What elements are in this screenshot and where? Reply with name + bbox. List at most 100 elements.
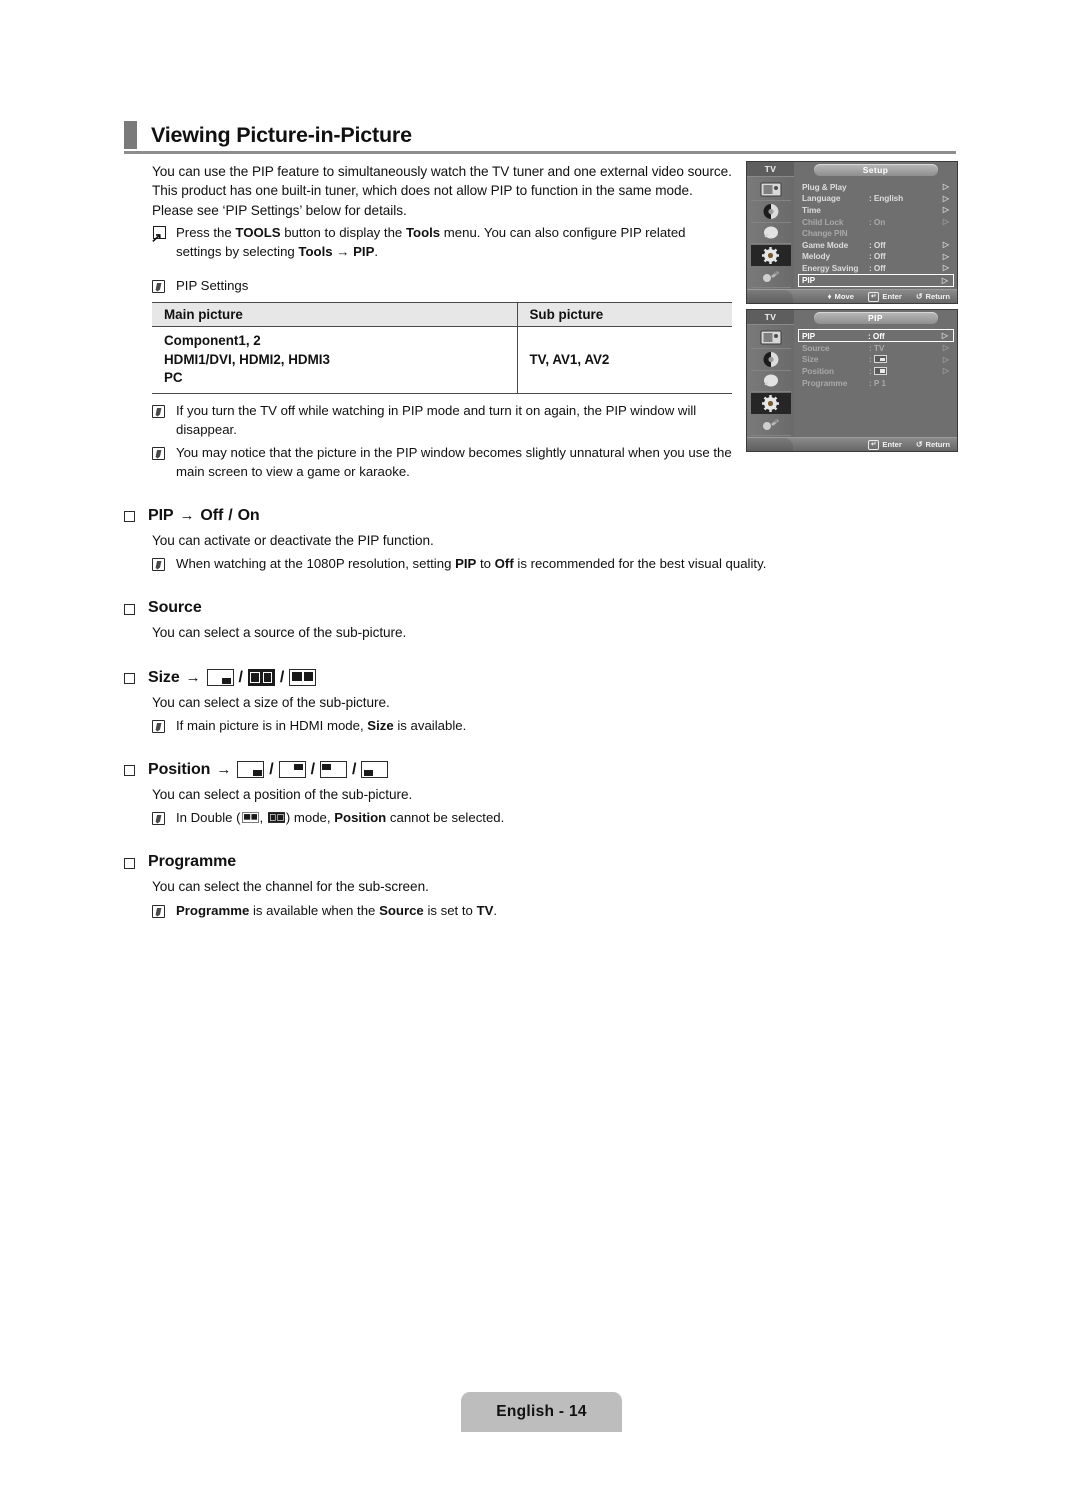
pip-settings-table: Main picture Sub picture Component1, 2 H… xyxy=(152,302,732,394)
osd-row-size[interactable]: Size : ▷ xyxy=(800,354,953,366)
osd-sound-contrast-icon[interactable] xyxy=(750,350,791,371)
osd-pip-list: PIP : Off ▷ Source : TV ▷ Size : ▷ Posit… xyxy=(794,325,957,437)
osd-pip-footer: ↵ Enter ↺ Return xyxy=(747,437,957,451)
table-header-row: Main picture Sub picture xyxy=(152,302,732,328)
section-source-title: Source xyxy=(148,599,202,617)
osd-row-language[interactable]: Language : English ▷ xyxy=(800,193,953,205)
section-size: Size → / / You can select a size of the … xyxy=(124,669,732,735)
section-pip-title: PIP → Off / On xyxy=(148,506,260,525)
size-double-outline-icon xyxy=(289,669,317,687)
pip-note-row: If you turn the TV off while watching in… xyxy=(152,401,732,439)
osd-row-label: Change PIN xyxy=(802,228,848,239)
section-source-body: You can select a source of the sub-pictu… xyxy=(152,623,732,642)
osd-row-child-lock[interactable]: Child Lock : On ▷ xyxy=(800,216,953,228)
section-source-text: You can select a source of the sub-pictu… xyxy=(152,625,407,641)
note-pencil-icon xyxy=(152,904,165,918)
title-bullet-icon xyxy=(124,121,137,149)
main-picture-line: Component1, 2 xyxy=(164,333,261,349)
osd-row-value: : P 1 xyxy=(869,377,886,388)
osd-speaker-icon[interactable] xyxy=(750,224,791,245)
chevron-right-icon: ▷ xyxy=(942,251,950,261)
osd-pip-title: PIP xyxy=(813,311,938,324)
osd-row-label: Time xyxy=(802,204,821,215)
osd-button-label: Enter xyxy=(882,440,902,449)
table-row: Component1, 2 HDMI1/DVI, HDMI2, HDMI3 PC… xyxy=(152,326,732,394)
osd-button-label: Return xyxy=(925,440,950,449)
osd-setup-main: Plug & Play ▷ Language : English ▷ Time … xyxy=(747,177,957,289)
note-pencil-icon xyxy=(152,446,165,460)
osd-setup-footer: ♦ Move ↵ Enter ↺ Return xyxy=(747,289,957,303)
osd-position-box-icon xyxy=(873,366,887,375)
section-size-note-row: If main picture is in HDMI mode, Size is… xyxy=(152,716,732,735)
cell-sub-picture: TV, AV1, AV2 xyxy=(516,326,732,394)
osd-button-return[interactable]: ↺ Return xyxy=(916,440,950,449)
osd-setup-screenshot: TV Setup Plug & Play ▷ Language: Englis… xyxy=(746,161,958,304)
section-pip-note-row: When watching at the 1080P resolution, s… xyxy=(152,554,766,573)
osd-button-enter[interactable]: ↵ Enter xyxy=(867,291,902,302)
section-pip-body: You can activate or deactivate the PIP f… xyxy=(152,531,766,573)
section-pip-text: You can activate or deactivate the PIP f… xyxy=(152,532,434,548)
osd-row-label: Size xyxy=(802,354,819,365)
osd-row-source[interactable]: Source : TV ▷ xyxy=(800,342,953,354)
section-size-title: Size → / / xyxy=(148,669,317,687)
osd-picture-icon[interactable] xyxy=(750,328,791,349)
osd-button-enter[interactable]: ↵ Enter xyxy=(867,439,902,450)
osd-row-value: : Off xyxy=(868,330,885,341)
section-position: Position → / / / You can select a positi… xyxy=(124,761,732,827)
note-pencil-icon xyxy=(152,719,165,733)
osd-button-move[interactable]: ♦ Move xyxy=(827,292,854,301)
main-picture-line: HDMI1/DVI, HDMI2, HDMI3 xyxy=(164,351,330,367)
osd-row-change-pin[interactable]: Change PIN xyxy=(800,227,953,239)
osd-pip-main: PIP : Off ▷ Source : TV ▷ Size : ▷ Posit… xyxy=(747,325,957,437)
osd-button-return[interactable]: ↺ Return xyxy=(916,292,950,301)
section-pip: PIP → Off / On You can activate or deact… xyxy=(124,507,766,573)
osd-row-plug-play[interactable]: Plug & Play ▷ xyxy=(800,181,953,193)
osd-setup-gear-icon[interactable] xyxy=(750,245,791,267)
note-pencil-icon xyxy=(152,812,165,826)
section-position-title: Position → / / / xyxy=(148,761,389,779)
section-bullet-icon xyxy=(124,857,135,869)
osd-row-pip[interactable]: PIP : Off ▷ xyxy=(798,329,954,342)
section-size-heading: Size → / / xyxy=(124,669,732,687)
section-pip-heading: PIP → Off / On xyxy=(124,507,732,525)
pip-settings-label-row: PIP Settings xyxy=(152,276,732,295)
osd-row-pip[interactable]: PIP ▷ xyxy=(798,273,954,287)
osd-support-icon[interactable] xyxy=(750,267,791,288)
section-programme-title: Programme xyxy=(148,853,237,871)
osd-row-melody[interactable]: Melody : Off ▷ xyxy=(800,251,953,263)
osd-row-value: : On xyxy=(869,216,886,227)
osd-support-icon[interactable] xyxy=(750,415,791,436)
osd-button-label: Move xyxy=(834,292,854,301)
note-pencil-icon xyxy=(152,558,165,572)
osd-row-label: Plug & Play xyxy=(802,181,847,192)
enter-key-icon: ↵ xyxy=(867,291,880,302)
title-divider xyxy=(124,151,956,154)
osd-speaker-icon[interactable] xyxy=(750,372,791,393)
chevron-right-icon: ▷ xyxy=(941,275,949,285)
osd-pip-topbar: TV PIP xyxy=(747,310,957,325)
position-bottom-left-icon xyxy=(361,761,389,779)
osd-button-label: Return xyxy=(925,292,950,301)
section-bullet-icon xyxy=(124,603,135,615)
osd-row-label: Language xyxy=(802,193,841,204)
osd-picture-icon[interactable] xyxy=(750,180,791,201)
osd-setup-topbar: TV Setup xyxy=(747,162,957,177)
osd-row-programme[interactable]: Programme : P 1 xyxy=(800,377,953,389)
header-main-picture: Main picture xyxy=(152,302,517,328)
chevron-right-icon: ▷ xyxy=(942,343,950,353)
section-source-heading: Source xyxy=(124,599,732,617)
osd-setup-gear-icon[interactable] xyxy=(750,393,791,415)
osd-pip-screenshot: TV PIP PIP: Off ▷ Source: TV ▷ Size: … xyxy=(746,309,958,452)
osd-row-game-mode[interactable]: Game Mode : Off ▷ xyxy=(800,239,953,251)
osd-sound-contrast-icon[interactable] xyxy=(750,202,791,223)
pip-settings-label: PIP Settings xyxy=(176,278,249,294)
pip-note-text: You may notice that the picture in the P… xyxy=(176,444,732,479)
page-footer-badge: English - 14 xyxy=(461,1392,622,1432)
osd-row-position[interactable]: Position : ▷ xyxy=(800,365,953,377)
osd-row-label: Programme xyxy=(802,377,848,388)
section-position-note-row: In Double (, ) mode, Position cannot be … xyxy=(152,808,732,827)
chevron-right-icon: ▷ xyxy=(942,240,950,250)
pip-note-text: If you turn the TV off while watching in… xyxy=(176,402,697,437)
osd-row-energy-saving[interactable]: Energy Saving : Off ▷ xyxy=(800,262,953,274)
osd-row-time[interactable]: Time ▷ xyxy=(800,204,953,216)
